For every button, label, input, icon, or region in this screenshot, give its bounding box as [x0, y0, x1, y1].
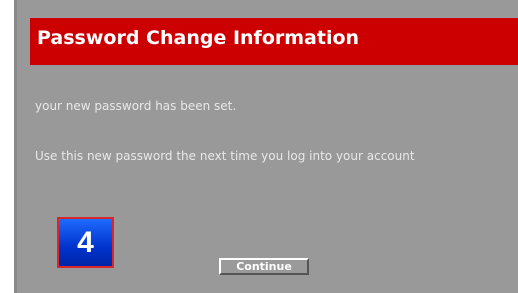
step-number-badge: 4: [57, 217, 114, 268]
confirmation-message: your new password has been set.: [35, 99, 237, 113]
instruction-message: Use this new password the next time you …: [35, 149, 415, 163]
content-panel: Password Change Information your new pas…: [14, 0, 518, 293]
step-number-label: 4: [77, 225, 94, 259]
header-bar: Password Change Information: [30, 18, 518, 65]
continue-button[interactable]: Continue: [219, 258, 309, 275]
page-title: Password Change Information: [37, 27, 360, 49]
